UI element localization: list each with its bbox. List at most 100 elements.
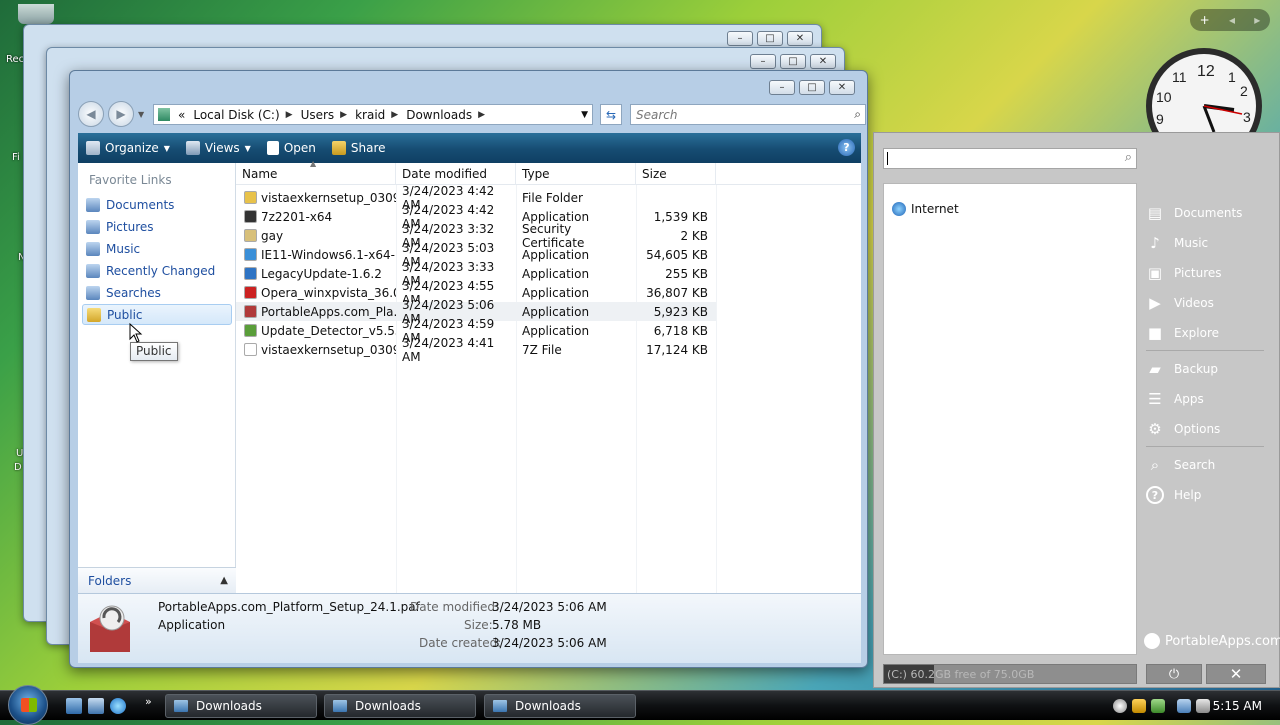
- taskbar-button-downloads[interactable]: Downloads: [484, 694, 636, 718]
- file-type: File Folder: [522, 190, 583, 205]
- chevron-right-icon[interactable]: ▶: [391, 110, 398, 120]
- nav-link-recently-changed[interactable]: Recently Changed: [82, 260, 232, 281]
- file-date: 3/24/2023 4:41 AM: [402, 335, 495, 364]
- close-menu-button[interactable]: ✕: [1206, 664, 1266, 684]
- chevron-right-icon[interactable]: ▶: [340, 110, 347, 120]
- quick-launch-overflow-icon[interactable]: »: [145, 695, 152, 708]
- column-header-type[interactable]: Type: [516, 163, 636, 185]
- details-date-modified: 3/24/2023 5:06 AM: [492, 600, 607, 614]
- nav-link-music[interactable]: Music: [82, 238, 232, 259]
- pa-link-help[interactable]: ? Help: [1146, 483, 1201, 507]
- minimize-button[interactable]: –: [750, 54, 776, 69]
- search-input[interactable]: Search ⌕: [630, 104, 866, 125]
- nav-link-label: Searches: [106, 285, 161, 300]
- start-button[interactable]: [8, 685, 48, 725]
- search-icon[interactable]: ⌕: [854, 107, 861, 122]
- show-desktop-icon[interactable]: [66, 698, 82, 714]
- maximize-button[interactable]: □: [799, 80, 825, 95]
- recent-pages-icon[interactable]: ▼: [138, 110, 144, 119]
- maximize-button[interactable]: □: [780, 54, 806, 69]
- power-button[interactable]: ⏻: [1146, 664, 1202, 684]
- details-pane: PortableApps.com_Platform_Setup_24.1.paf…: [78, 593, 861, 663]
- explorer-window[interactable]: – □ ✕ ◀ ▶ ▼ « Local Disk (C:) ▶ Users ▶ kr…: [69, 70, 868, 668]
- address-dropdown-icon[interactable]: ▼: [581, 110, 588, 120]
- pa-link-videos[interactable]: ▶ Videos: [1146, 291, 1214, 315]
- close-button[interactable]: ✕: [787, 31, 813, 46]
- taskbar-button-downloads[interactable]: Downloads: [165, 694, 317, 718]
- file-name-cell: vistaexkernsetup_0309....: [236, 343, 396, 357]
- file-name: vistaexkernsetup_0309....: [261, 190, 396, 205]
- column-header-size[interactable]: Size: [636, 163, 716, 185]
- app-list: Internet: [883, 183, 1137, 655]
- breadcrumb-item[interactable]: Downloads: [406, 108, 472, 122]
- views-button[interactable]: Views ▼: [178, 133, 259, 163]
- breadcrumb-overflow[interactable]: «: [178, 108, 185, 122]
- chevron-right-icon[interactable]: ▶: [478, 110, 485, 120]
- forward-button[interactable]: ▶: [108, 101, 134, 127]
- back-button[interactable]: ◀: [78, 101, 104, 127]
- next-gadget-button[interactable]: ▸: [1254, 13, 1260, 27]
- videos-icon: ▶: [1149, 294, 1161, 312]
- app-search-input[interactable]: ⌕: [883, 148, 1137, 169]
- safely-remove-icon[interactable]: [1151, 699, 1165, 713]
- file-row[interactable]: vistaexkernsetup_0309.... 3/24/2023 4:41 …: [236, 336, 716, 364]
- volume-muted-icon[interactable]: [1196, 699, 1210, 713]
- share-button[interactable]: Share: [324, 133, 394, 163]
- gear-icon: ⚙: [1148, 420, 1162, 438]
- nav-link-documents[interactable]: Documents: [82, 194, 232, 215]
- maximize-button[interactable]: □: [757, 31, 783, 46]
- internet-explorer-icon[interactable]: [110, 698, 126, 714]
- minimize-button[interactable]: –: [727, 31, 753, 46]
- breadcrumb-item[interactable]: Local Disk (C:): [193, 108, 279, 122]
- nav-link-searches[interactable]: Searches: [82, 282, 232, 303]
- refresh-button[interactable]: ⇆: [600, 104, 622, 125]
- switch-windows-icon[interactable]: [88, 698, 104, 714]
- pa-link-explore[interactable]: ■ Explore: [1146, 321, 1219, 345]
- add-gadget-button[interactable]: +: [1200, 13, 1210, 27]
- app-list-item-label: Internet: [911, 202, 959, 216]
- breadcrumb-item[interactable]: kraid: [355, 108, 385, 122]
- portableapps-tray-icon[interactable]: [1113, 699, 1127, 713]
- system-tray: 5:15 AM: [1108, 691, 1280, 721]
- recycle-bin-icon[interactable]: [18, 4, 54, 24]
- nav-link-label: Documents: [106, 197, 175, 212]
- close-button[interactable]: ✕: [829, 80, 855, 95]
- globe-icon: [892, 202, 906, 216]
- shield-icon[interactable]: [1132, 699, 1146, 713]
- file-size: 17,124 KB: [646, 342, 708, 357]
- command-bar: Organize ▼ Views ▼ Open Share ?: [78, 133, 861, 163]
- pictures-icon: [86, 219, 100, 234]
- breadcrumb-item[interactable]: Users: [301, 108, 335, 122]
- organize-button[interactable]: Organize ▼: [78, 133, 178, 163]
- app-list-item-internet[interactable]: Internet: [892, 202, 959, 216]
- chevron-right-icon[interactable]: ▶: [286, 110, 293, 120]
- nav-link-pictures[interactable]: Pictures: [82, 216, 232, 237]
- organize-label: Organize: [105, 141, 159, 155]
- address-bar[interactable]: « Local Disk (C:) ▶ Users ▶ kraid ▶ Downloa…: [153, 104, 593, 125]
- taskbar-button-downloads[interactable]: Downloads: [324, 694, 476, 718]
- column-header-date-modified[interactable]: Date modified: [396, 163, 516, 185]
- file-size: 36,807 KB: [646, 285, 708, 300]
- taskbar-clock[interactable]: 5:15 AM: [1213, 699, 1262, 713]
- nav-link-public[interactable]: Public: [82, 304, 232, 325]
- tooltip: Public: [130, 342, 178, 361]
- nav-link-label: Recently Changed: [106, 263, 216, 278]
- minimize-button[interactable]: –: [769, 80, 795, 95]
- pa-link-apps[interactable]: ☰ Apps: [1146, 387, 1203, 411]
- folders-toggle[interactable]: Folders ▲: [78, 567, 236, 593]
- file-size: 54,605 KB: [646, 247, 708, 262]
- pa-link-pictures[interactable]: ▣ Pictures: [1146, 261, 1222, 285]
- search-icon[interactable]: ⌕: [1125, 150, 1132, 165]
- ie-icon: [244, 248, 257, 261]
- pa-link-documents[interactable]: ▤ Documents: [1146, 201, 1243, 225]
- pa-link-backup[interactable]: ▰ Backup: [1146, 357, 1218, 381]
- previous-gadget-button[interactable]: ◂: [1229, 13, 1235, 27]
- pa-link-music[interactable]: ♪ Music: [1146, 231, 1208, 255]
- help-button[interactable]: ?: [838, 139, 855, 156]
- pa-link-options[interactable]: ⚙ Options: [1146, 417, 1220, 441]
- clock-gadget[interactable]: 12 11 1 10 2 9 3: [1142, 46, 1262, 132]
- network-icon[interactable]: [1177, 699, 1191, 713]
- pa-link-search[interactable]: ⌕ Search: [1146, 453, 1215, 477]
- pa-link-label: Explore: [1174, 326, 1220, 340]
- close-button[interactable]: ✕: [810, 54, 836, 69]
